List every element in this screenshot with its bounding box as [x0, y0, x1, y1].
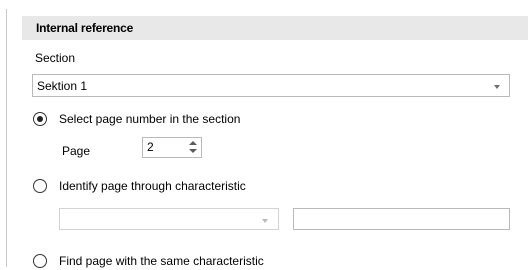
chevron-down-icon: [494, 85, 500, 89]
panel-left-border: [6, 9, 7, 267]
chevron-down-icon: [262, 219, 268, 223]
select-page-number-label[interactable]: Select page number in the section: [59, 112, 240, 126]
spin-up-icon[interactable]: [187, 140, 199, 147]
radio-selected-dot: [37, 116, 43, 122]
page-label: Page: [62, 144, 91, 158]
identify-by-characteristic-label[interactable]: Identify page through characteristic: [59, 179, 246, 193]
radio-identify-by-characteristic[interactable]: [33, 179, 47, 193]
spin-down-icon[interactable]: [187, 148, 199, 155]
internal-reference-title: Internal reference: [36, 21, 134, 35]
characteristic-dropdown[interactable]: [59, 208, 279, 230]
radio-find-same-characteristic[interactable]: [33, 254, 47, 268]
internal-reference-header: Internal reference: [22, 16, 528, 40]
section-label: Section: [35, 51, 76, 65]
section-dropdown[interactable]: Sektion 1: [32, 74, 510, 97]
radio-select-page-number[interactable]: [33, 112, 47, 126]
find-same-characteristic-label[interactable]: Find page with the same characteristic: [59, 254, 264, 268]
characteristic-value-field[interactable]: [293, 208, 510, 230]
page-number-stepper[interactable]: 2: [142, 137, 202, 158]
page-number-value: 2: [147, 140, 154, 154]
section-dropdown-value: Sektion 1: [37, 79, 88, 93]
